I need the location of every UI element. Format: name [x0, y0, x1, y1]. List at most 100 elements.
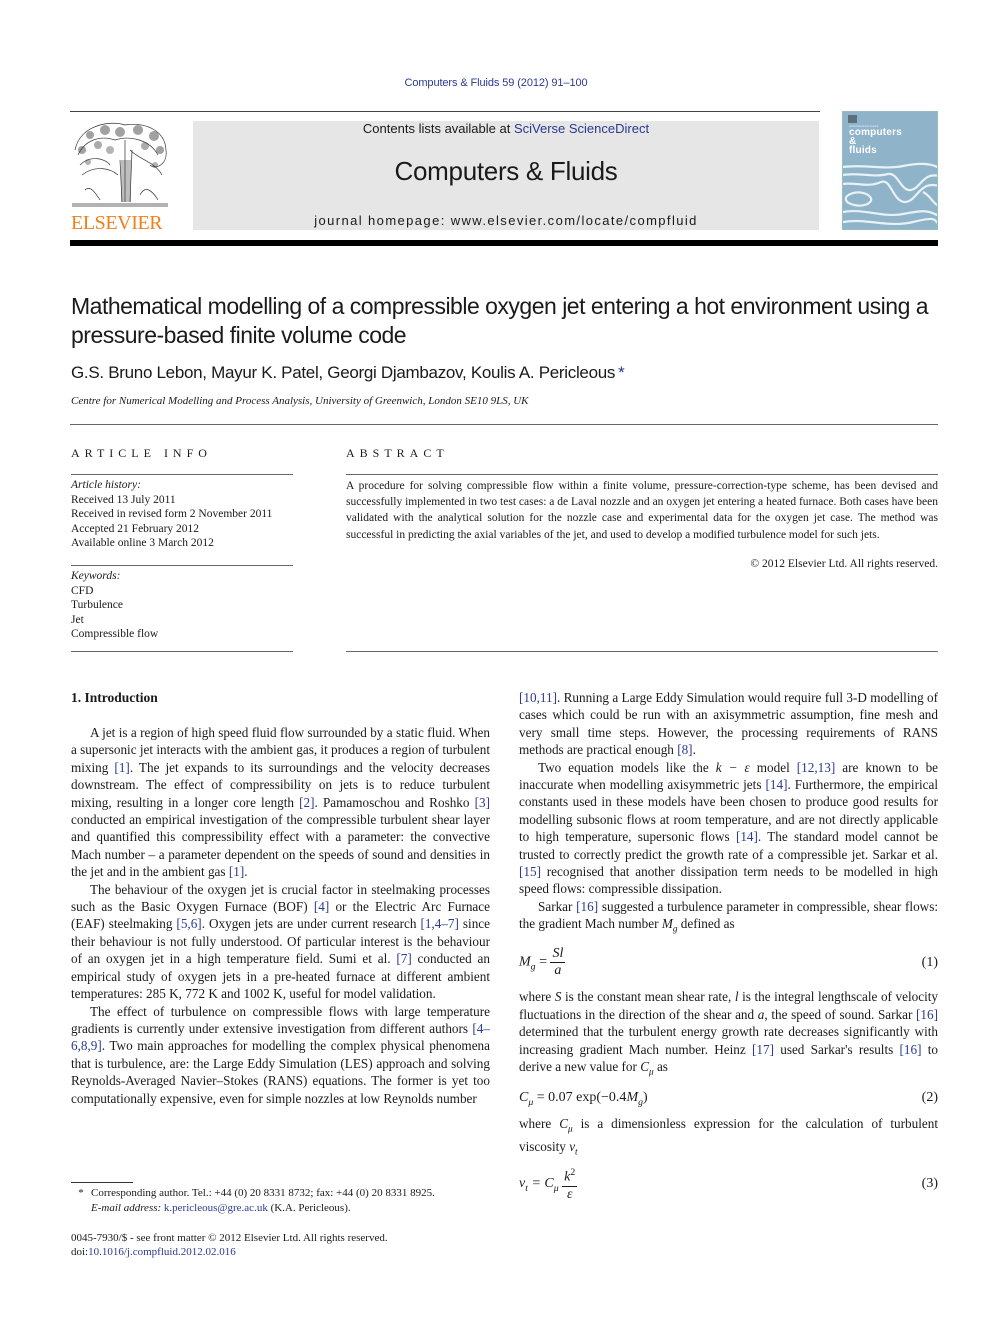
denominator: a	[554, 963, 562, 979]
equation-number: (2)	[921, 1090, 938, 1105]
text-run: .	[244, 864, 248, 880]
email-link[interactable]: k.pericleous@gre.ac.uk	[164, 1202, 268, 1214]
history-item: Received in revised form 2 November 2011	[71, 508, 273, 520]
citation-link[interactable]: [4]	[314, 899, 329, 914]
citation-link[interactable]: [10,11]	[519, 690, 557, 705]
text-run: conducted an empirical investigation of …	[71, 812, 490, 880]
paragraph: A jet is a region of high speed fluid fl…	[71, 724, 490, 881]
math-inline: C	[559, 1116, 568, 1131]
text-run: The effect of turbulence on compressible…	[71, 1003, 490, 1036]
homepage-prefix: journal homepage:	[314, 213, 451, 228]
equation-number: (3)	[921, 1176, 938, 1192]
text-run: as	[653, 1058, 668, 1074]
cover-title: computers & fluids	[849, 127, 902, 156]
math-subscript: t	[575, 1146, 578, 1157]
paragraph: The effect of turbulence on compressible…	[71, 1003, 490, 1107]
paragraph: The behaviour of the oxygen jet is cruci…	[71, 881, 490, 1003]
history-item: Received 13 July 2011	[71, 493, 176, 506]
text-run: . Two main approaches for modelling the …	[71, 1038, 490, 1106]
history-heading: Article history:	[71, 479, 141, 491]
citation-link[interactable]: [1]	[114, 760, 129, 775]
math-inline: M	[661, 916, 673, 932]
text-run: . Oxygen jets are under current research	[201, 916, 421, 932]
fraction: k2 ε	[562, 1165, 578, 1203]
fraction: Sl a	[550, 946, 566, 979]
keyword: Compressible flow	[71, 628, 159, 640]
elsevier-logo[interactable]: ELSEVIER	[70, 120, 172, 234]
paragraph: [10,11]. Running a Large Eddy Simulation…	[519, 689, 938, 759]
citation-link[interactable]: [16]	[900, 1042, 922, 1057]
article-history: Article history: Received 13 July 2011 R…	[71, 478, 272, 551]
citation-link[interactable]: [8]	[677, 742, 692, 757]
citation-link[interactable]: [12,13]	[797, 760, 835, 775]
denominator: ε	[566, 1186, 573, 1202]
cover-elsevier-logo	[848, 115, 857, 123]
text-run: where	[519, 1116, 560, 1131]
paragraph: Sarkar [16] suggested a turbulence param…	[519, 898, 938, 938]
citation-link[interactable]: [3]	[475, 795, 490, 810]
citation-link[interactable]: [16]	[916, 1007, 938, 1022]
footnote-rule	[71, 1182, 133, 1183]
text-run: , the speed of sound. Sarkar	[764, 1006, 917, 1022]
text-run: is the constant mean shear rate,	[561, 989, 735, 1005]
abstract-label: ABSTRACT	[346, 446, 449, 460]
journal-masthead: Contents lists available at SciVerse Sci…	[193, 121, 819, 230]
journal-cover-thumbnail[interactable]: An International Journal computers & flu…	[842, 111, 938, 230]
corresponding-author-marker[interactable]: *	[618, 363, 625, 382]
divider	[71, 565, 293, 566]
citation-link[interactable]: [14]	[765, 777, 787, 792]
sciencedirect-link[interactable]: SciVerse ScienceDirect	[514, 121, 649, 136]
keyword: Turbulence	[71, 599, 123, 611]
equation-body: Cμ = 0.07 exp(−0.4Mg)	[519, 1089, 648, 1111]
corresponding-details: Corresponding author. Tel.: +44 (0) 20 8…	[91, 1187, 435, 1199]
text-run: . Running a Large Eddy Simulation would …	[519, 690, 938, 758]
equation-body: νt = Cμ k2 ε	[519, 1165, 578, 1203]
footnote-marker: *	[78, 1187, 84, 1199]
contents-prefix: Contents lists available at	[362, 121, 514, 136]
citation-link[interactable]: [14]	[736, 829, 758, 844]
citation-link[interactable]: [1,4–7]	[420, 916, 458, 931]
tree-icon	[72, 122, 168, 207]
history-item: Available online 3 March 2012	[71, 537, 214, 549]
citation-link[interactable]: [7]	[396, 951, 411, 966]
math-inline: C	[640, 1058, 649, 1074]
corresponding-author-footnote: * Corresponding author. Tel.: +44 (0) 20 …	[71, 1186, 435, 1201]
text-run: where	[519, 989, 555, 1005]
citation-link[interactable]: [1]	[229, 864, 244, 879]
email-suffix: (K.A. Pericleous).	[267, 1202, 351, 1214]
citation-link[interactable]: [2]	[299, 795, 314, 810]
journal-homepage: journal homepage: www.elsevier.com/locat…	[193, 213, 819, 228]
paragraph: Two equation models like the k − ε model…	[519, 759, 938, 898]
math-superscript: 2	[570, 1167, 576, 1179]
text-run: defined as	[677, 916, 735, 932]
doi-line: doi:10.1016/j.compfluid.2012.02.016	[71, 1245, 236, 1260]
text-run: .	[692, 742, 696, 758]
body-column-left: A jet is a region of high speed fluid fl…	[71, 724, 490, 1107]
citation-link[interactable]: [17]	[752, 1042, 774, 1057]
email-label: E-mail address:	[91, 1202, 162, 1214]
body-column-right: [10,11]. Running a Large Eddy Simulation…	[519, 689, 938, 1209]
history-item: Accepted 21 February 2012	[71, 522, 200, 535]
authors: G.S. Bruno Lebon, Mayur K. Patel, Georgi…	[71, 363, 616, 382]
math-var: M	[626, 1090, 639, 1105]
math-expression: = C	[527, 1176, 554, 1192]
paper-title: Mathematical modelling of a compressible…	[71, 293, 929, 348]
citation-link[interactable]: [5,6]	[176, 916, 201, 931]
text-run: . Pamamoschou and Roshko	[314, 794, 475, 810]
elsevier-wordmark: ELSEVIER	[71, 212, 163, 234]
section-heading: 1. Introduction	[71, 690, 158, 705]
homepage-url[interactable]: www.elsevier.com/locate/compfluid	[451, 213, 698, 228]
citation-link[interactable]: [16]	[576, 899, 598, 914]
affiliation: Centre for Numerical Modelling and Proce…	[71, 395, 529, 407]
running-head[interactable]: Computers & Fluids 59 (2012) 91–100	[0, 77, 992, 89]
keyword: CFD	[71, 584, 94, 597]
keywords-heading: Keywords:	[71, 570, 121, 582]
math-expression: )	[643, 1090, 648, 1105]
citation-link[interactable]: [15]	[519, 864, 541, 879]
math-var: M	[519, 955, 531, 971]
divider	[346, 474, 938, 475]
top-rule	[70, 111, 820, 112]
abstract-copyright: © 2012 Elsevier Ltd. All rights reserved…	[750, 558, 938, 570]
cover-title-line: computers	[849, 127, 902, 138]
doi-link[interactable]: 10.1016/j.compfluid.2012.02.016	[88, 1246, 236, 1258]
